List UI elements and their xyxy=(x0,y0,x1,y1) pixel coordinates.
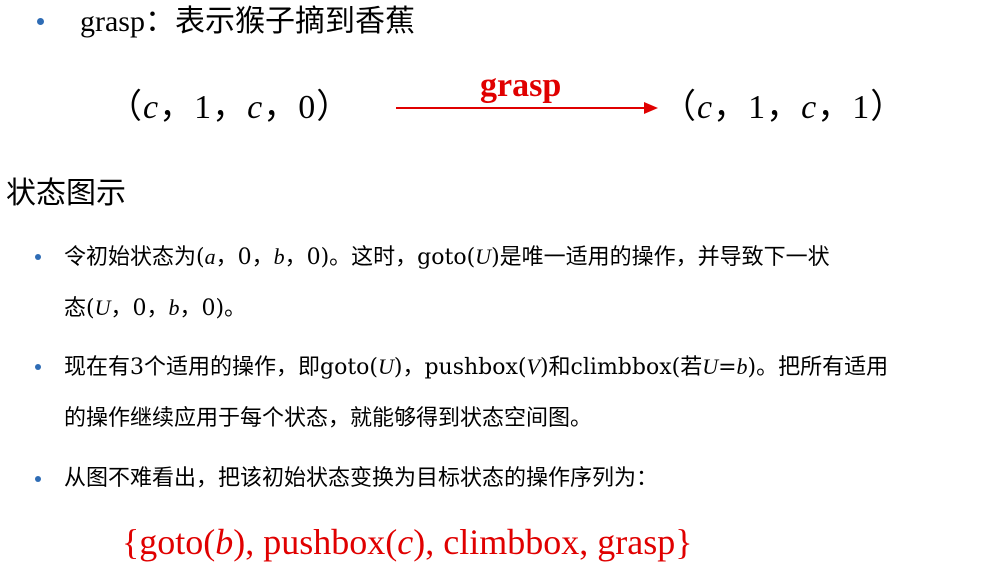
bullet-initial-state: 令初始状态为(a，0，b，0)。这时，goto(U)是唯一适用的操作，并导致下一… xyxy=(64,244,830,270)
from-state: （c，1，c，0） xyxy=(108,88,351,128)
comma: ， xyxy=(159,89,195,126)
bullet-icon xyxy=(35,364,41,370)
state-var: c xyxy=(801,89,818,126)
grasp-description: 表示猴子摘到香蕉 xyxy=(174,4,415,39)
state-var: c xyxy=(697,89,714,126)
bullet-icon xyxy=(35,476,41,482)
comma: ， xyxy=(212,89,248,126)
state-value: 1 xyxy=(194,89,213,126)
paren-close: ） xyxy=(870,89,906,126)
section-heading: 状态图示 xyxy=(6,176,126,211)
state-value: 1 xyxy=(852,89,871,126)
bullet-applicable-ops-line2: 的操作继续应用于每个状态，就能够得到状态空间图。 xyxy=(64,406,593,431)
comma: ， xyxy=(766,89,802,126)
bullet-icon xyxy=(35,254,41,260)
bullet-applicable-ops: 现在有3个适用的操作，即goto(U)，pushbox(V)和climbbox(… xyxy=(64,354,889,380)
bullet-initial-state-line2: 态(U，0，b，0)。 xyxy=(64,295,247,321)
grasp-definition: grasp：表示猴子摘到香蕉 xyxy=(80,2,415,42)
bullet-operation-sequence: 从图不难看出，把该初始状态变换为目标状态的操作序列为： xyxy=(64,466,659,491)
comma: ， xyxy=(713,89,749,126)
comma: ， xyxy=(817,89,853,126)
right-arrow-icon xyxy=(396,102,658,114)
state-value: 1 xyxy=(748,89,767,126)
bullet-icon xyxy=(37,18,44,25)
state-var: c xyxy=(247,89,264,126)
grasp-keyword: grasp xyxy=(80,5,145,38)
to-state: （c，1，c，1） xyxy=(662,88,905,128)
state-value: 0 xyxy=(298,89,317,126)
paren-close: ） xyxy=(316,89,352,126)
operation-sequence: {goto(b), pushbox(c), climbbox, grasp} xyxy=(122,522,693,562)
paren-open: （ xyxy=(108,89,143,126)
definition-separator: ： xyxy=(144,4,175,39)
paren-open: （ xyxy=(662,89,697,126)
comma: ， xyxy=(263,89,299,126)
state-var: c xyxy=(143,89,160,126)
